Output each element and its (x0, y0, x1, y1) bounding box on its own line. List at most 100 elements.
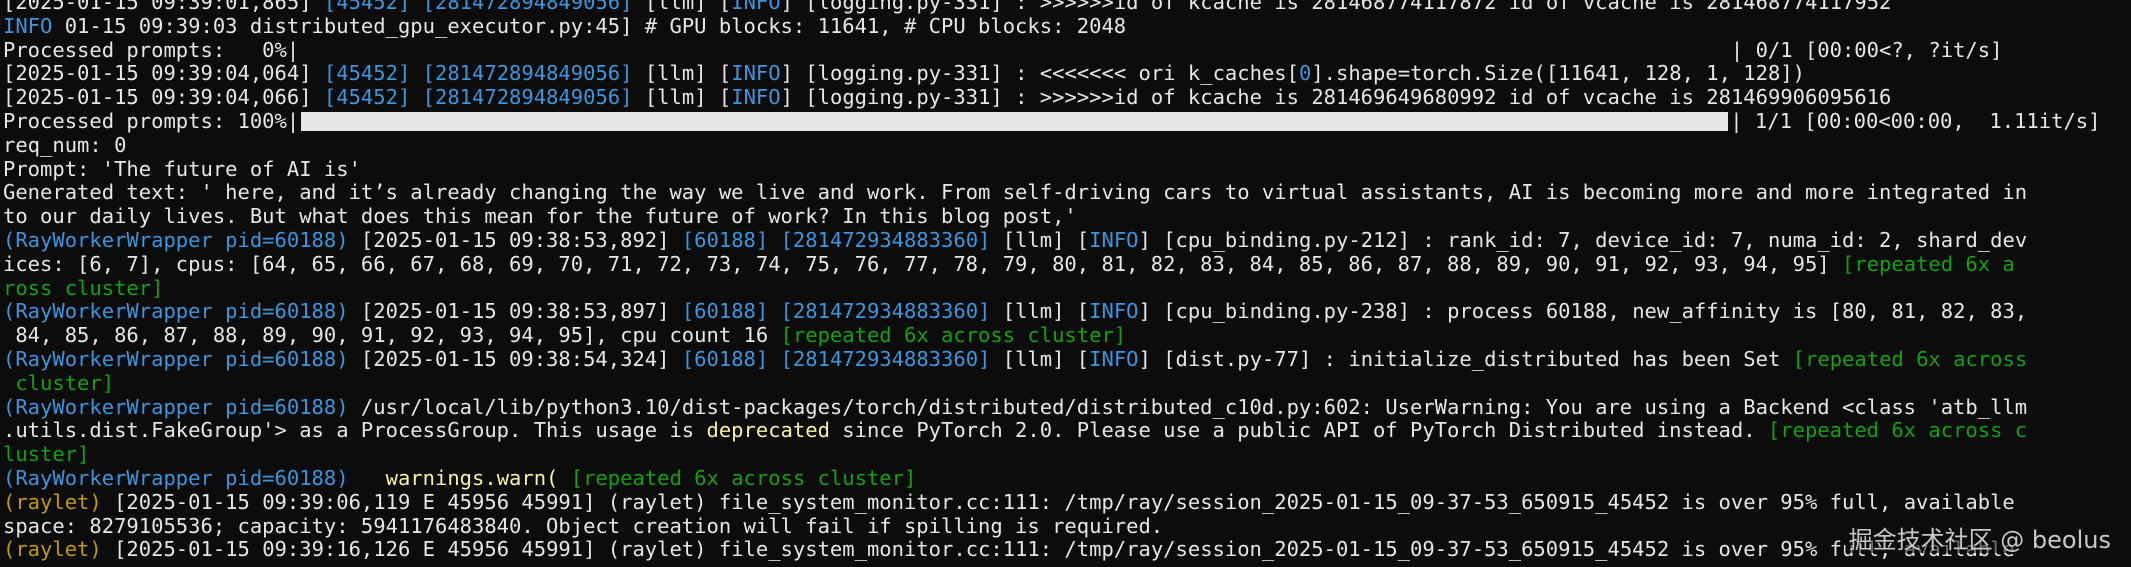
terminal-line: (RayWorkerWrapper pid=60188) [2025-01-15… (3, 346, 2100, 372)
log-segment: (raylet) (3, 489, 102, 514)
log-segment (349, 466, 386, 490)
terminal-line: ross cluster] (3, 275, 2100, 301)
log-segment: ] [logging.py-331] : >>>>>>id of kcache … (780, 85, 1892, 110)
log-segment: INFO (731, 61, 781, 86)
log-segment (768, 299, 780, 323)
watermark: 掘金技术社区 @ beolus (1844, 528, 2115, 553)
log-segment: space: 8279105536; capacity: 59411764838… (3, 513, 1164, 538)
log-segment (768, 347, 780, 371)
terminal-line: to our daily lives. But what does this m… (3, 204, 2100, 229)
log-segment: ] [cpu_binding.py-212] : rank_id: 7, dev… (1138, 227, 2028, 252)
log-segment: req_num: 0 (3, 132, 127, 157)
log-segment: [llm] [ (990, 227, 1090, 252)
terminal-output: [2025-01-15 09:39:01,865] [45452] [28147… (3, 0, 2100, 562)
log-segment: ross cluster] (3, 275, 164, 300)
terminal-line: [2025-01-15 09:39:04,064] [45452] [28147… (3, 61, 2100, 86)
terminal-line: INFO 01-15 09:39:03 distributed_gpu_exec… (3, 13, 2100, 39)
log-segment: [60188] (681, 346, 769, 371)
terminal-line: (RayWorkerWrapper pid=60188) [2025-01-15… (3, 227, 2100, 253)
log-segment: [281472934883360] (780, 299, 991, 324)
terminal-window[interactable]: [2025-01-15 09:39:01,865] [45452] [28147… (0, 0, 2131, 567)
log-segment: [2025-01-15 09:39:06,119 E 45956 45991] … (101, 489, 2015, 514)
log-segment: INFO (731, 0, 781, 14)
terminal-line: Processed prompts: 100%| | 1/1 [00:00<00:… (3, 108, 2101, 134)
terminal-line: luster] (3, 442, 2100, 467)
log-segment: (RayWorkerWrapper pid=60188) (3, 346, 349, 371)
log-segment: ices: [6, 7], cpus: [64, 65, 66, 67, 68,… (3, 251, 1842, 276)
log-segment: INFO (1089, 299, 1139, 324)
log-segment (410, 0, 422, 14)
terminal-line: Generated text: ' here, and it’s already… (3, 180, 2100, 205)
log-segment: [281472934883360] (780, 227, 991, 252)
log-segment: 01-15 09:39:03 distributed_gpu_executor.… (52, 13, 1127, 38)
terminal-line: .utils.dist.FakeGroup'> as a ProcessGrou… (3, 418, 2100, 443)
log-segment: .utils.dist.FakeGroup'> as a ProcessGrou… (3, 418, 707, 443)
log-segment: (raylet) (3, 537, 102, 562)
terminal-line: (RayWorkerWrapper pid=60188) warnings.wa… (3, 465, 2100, 491)
terminal-line: Prompt: 'The future of AI is' (3, 157, 2100, 182)
log-segment: (RayWorkerWrapper pid=60188) (3, 299, 349, 324)
log-segment (768, 228, 780, 252)
progress-stats: | 1/1 [00:00<00:00, 1.11it/s] (1730, 108, 2101, 133)
log-segment: INFO (1089, 227, 1139, 252)
log-segment: /usr/local/lib/python3.10/dist-packages/… (348, 394, 2028, 419)
terminal-line: Processed prompts: 0%| | 0/1 [00:00<?, ?… (3, 37, 2100, 63)
log-segment: INFO (1089, 346, 1139, 371)
log-segment: [llm] [ (632, 0, 732, 14)
log-segment: [45452] (323, 61, 411, 86)
log-segment: [2025-01-15 09:39:01,865] (3, 0, 324, 14)
log-segment: [60188] (681, 227, 769, 252)
log-segment: [llm] [ (990, 346, 1090, 371)
log-segment: INFO (3, 13, 53, 38)
log-segment: Generated text: ' here, and it’s already… (3, 180, 2028, 205)
log-segment: [281472894849056] (422, 85, 633, 110)
log-segment: (RayWorkerWrapper pid=60188) (3, 465, 349, 490)
log-segment: (RayWorkerWrapper pid=60188) (3, 227, 349, 252)
log-segment: (RayWorkerWrapper pid=60188) (3, 394, 349, 419)
log-segment (410, 61, 422, 85)
log-segment: ] [cpu_binding.py-238] : process 60188, … (1138, 299, 2028, 324)
terminal-line: space: 8279105536; capacity: 59411764838… (3, 513, 2100, 539)
log-segment: luster] (3, 442, 90, 467)
log-segment: [2025-01-15 09:39:04,066] (3, 85, 324, 110)
terminal-line: (raylet) [2025-01-15 09:39:16,126 E 4595… (3, 537, 2100, 562)
terminal-line: (RayWorkerWrapper pid=60188) /usr/local/… (3, 394, 2100, 420)
log-segment: [2025-01-15 09:38:53,897] (348, 299, 682, 324)
log-segment: Processed prompts: 0%| | 0/1 [00:00<?, ?… (3, 37, 2003, 62)
terminal-line: (raylet) [2025-01-15 09:39:06,119 E 4595… (3, 489, 2100, 515)
log-segment: [2025-01-15 09:38:54,324] (348, 346, 682, 371)
log-segment: warnings.warn( (385, 465, 559, 490)
log-segment: ] [logging.py-331] : >>>>>>id of kcache … (780, 0, 1892, 14)
terminal-line: (RayWorkerWrapper pid=60188) [2025-01-15… (3, 299, 2100, 324)
log-segment: since PyTorch 2.0. Please use a public A… (829, 418, 1768, 443)
terminal-line: req_num: 0 (3, 132, 2100, 158)
terminal-line: ices: [6, 7], cpus: [64, 65, 66, 67, 68,… (3, 251, 2100, 277)
log-segment: [2025-01-15 09:39:04,064] (3, 61, 324, 86)
log-segment: 0 (1298, 61, 1312, 86)
log-segment: cluster] (3, 370, 115, 395)
terminal-line: [2025-01-15 09:39:01,865] [45452] [28147… (3, 0, 2100, 15)
log-segment (410, 85, 422, 109)
log-segment: [2025-01-15 09:38:53,892] (348, 227, 682, 252)
terminal-line: 84, 85, 86, 87, 88, 89, 90, 91, 92, 93, … (3, 323, 2100, 348)
log-segment: [llm] [ (990, 299, 1090, 324)
log-segment: [281472934883360] (780, 346, 991, 371)
log-segment: ] [dist.py-77] : initialize_distributed … (1138, 346, 1793, 371)
log-segment: 84, 85, 86, 87, 88, 89, 90, 91, 92, 93, … (3, 323, 781, 348)
log-segment: [repeated 6x across cluster] (780, 323, 1127, 348)
log-segment: [45452] (323, 0, 411, 14)
log-segment: [repeated 6x a (1841, 251, 2015, 276)
log-segment: [repeated 6x across c (1767, 418, 2028, 443)
terminal-line: cluster] (3, 370, 2100, 396)
log-segment: ] [logging.py-331] : <<<<<<< ori k_cache… (780, 61, 1299, 86)
log-segment: [llm] [ (632, 61, 732, 86)
log-segment: [llm] [ (632, 85, 732, 110)
log-segment: ].shape=torch.Size([11641, 128, 1, 128]) (1311, 61, 1806, 86)
log-segment: [repeated 6x across (1792, 346, 2028, 371)
log-segment: deprecated (706, 418, 830, 443)
progress-bar (301, 111, 1729, 131)
log-segment: [45452] (323, 85, 411, 110)
log-segment: INFO (731, 85, 781, 110)
log-segment: [2025-01-15 09:39:16,126 E 45956 45991] … (101, 537, 2015, 562)
terminal-line: [2025-01-15 09:39:04,066] [45452] [28147… (3, 85, 2100, 110)
